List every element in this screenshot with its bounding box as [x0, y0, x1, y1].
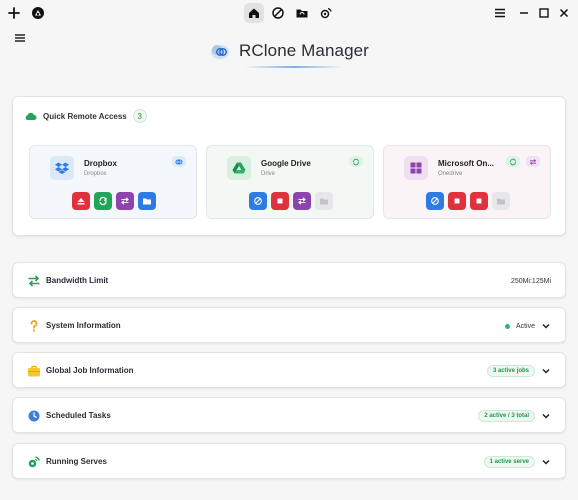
- mount-icon[interactable]: [268, 3, 288, 23]
- status-dot: [504, 323, 510, 329]
- copy-button[interactable]: [116, 192, 134, 210]
- section-title: Running Serves: [46, 457, 107, 466]
- remote-card-onedrive[interactable]: Microsoft On... Onedrive: [383, 145, 551, 219]
- folder-sync-icon[interactable]: [292, 3, 312, 23]
- page-title: RClone Manager: [239, 41, 369, 60]
- remote-name: Google Drive: [261, 159, 311, 168]
- stop-copy-button[interactable]: [470, 192, 488, 210]
- remote-type: Onedrive: [438, 171, 463, 177]
- chevron-down-icon[interactable]: [541, 321, 551, 331]
- copy-button[interactable]: [293, 192, 311, 210]
- mounted-status-icon: [172, 156, 186, 167]
- status-text: Active: [515, 322, 535, 330]
- windows-icon: [404, 156, 428, 180]
- clock-icon: [28, 410, 40, 422]
- scheduled-tasks-panel[interactable]: Scheduled Tasks 2 active / 3 total: [12, 397, 566, 433]
- quick-remote-access-card: Quick Remote Access 3 Dropbox Dropbox Go…: [12, 96, 566, 236]
- browse-folder-button[interactable]: [492, 192, 510, 210]
- window-titlebar: [0, 0, 578, 26]
- broadcast-icon: [28, 456, 40, 468]
- unmount-button[interactable]: [72, 192, 90, 210]
- maximize-icon[interactable]: [534, 3, 554, 23]
- rclone-logo-icon: [211, 45, 230, 59]
- status-badge: 3 active jobs: [486, 365, 535, 377]
- stop-button[interactable]: [271, 192, 289, 210]
- bandwidth-value: 250Mi:125Mi: [510, 277, 551, 285]
- briefcase-icon: [28, 365, 40, 377]
- browse-folder-button[interactable]: [138, 192, 156, 210]
- remote-card-google-drive[interactable]: Google Drive Drive: [206, 145, 374, 219]
- running-serves-panel[interactable]: Running Serves 1 active serve: [12, 443, 566, 479]
- mount-button[interactable]: [249, 192, 267, 210]
- close-icon[interactable]: [554, 3, 574, 23]
- remote-count-badge: 3: [132, 109, 147, 123]
- cloud-icon: [25, 112, 37, 120]
- copy-status-icon: [526, 156, 540, 167]
- remote-name: Microsoft On...: [438, 159, 494, 168]
- section-title: Bandwidth Limit: [46, 276, 109, 285]
- sync-button[interactable]: [94, 192, 112, 210]
- title-underline: [244, 66, 344, 68]
- mount-button[interactable]: [426, 192, 444, 210]
- minimize-icon[interactable]: [514, 3, 534, 23]
- status-badge: 2 active / 3 total: [478, 410, 535, 422]
- sync-status-icon: [349, 156, 363, 167]
- quick-remote-access-title: Quick Remote Access: [43, 111, 127, 121]
- dropbox-icon: [50, 156, 74, 180]
- question-icon: [30, 320, 38, 332]
- chevron-down-icon[interactable]: [541, 411, 551, 421]
- remote-type: Dropbox: [84, 171, 107, 177]
- stop-sync-button[interactable]: [448, 192, 466, 210]
- section-title: System Information: [46, 321, 121, 330]
- home-icon[interactable]: [244, 3, 264, 23]
- system-information-panel[interactable]: System Information Active: [12, 307, 566, 343]
- chevron-down-icon[interactable]: [541, 366, 551, 376]
- section-title: Global Job Information: [46, 366, 134, 375]
- status-badge: 1 active serve: [483, 456, 535, 468]
- section-title: Scheduled Tasks: [46, 411, 111, 420]
- serve-icon[interactable]: [316, 3, 336, 23]
- global-job-information-panel[interactable]: Global Job Information 3 active jobs: [12, 352, 566, 388]
- hamburger-icon[interactable]: [490, 3, 510, 23]
- quick-remote-access-header: Quick Remote Access 3: [24, 108, 147, 124]
- browse-folder-button[interactable]: [315, 192, 333, 210]
- sync-status-icon: [506, 156, 520, 167]
- remote-card-dropbox[interactable]: Dropbox Dropbox: [29, 145, 197, 219]
- google-drive-icon: [227, 156, 251, 180]
- bandwidth-limit-panel[interactable]: Bandwidth Limit 250Mi:125Mi: [12, 262, 566, 298]
- chevron-down-icon[interactable]: [541, 457, 551, 467]
- plus-icon[interactable]: [4, 3, 24, 23]
- app-icon[interactable]: [28, 3, 48, 23]
- remote-name: Dropbox: [84, 159, 117, 168]
- app-header: RClone Manager: [0, 36, 578, 66]
- transfer-arrows-icon: [28, 275, 40, 287]
- remote-type: Drive: [261, 171, 276, 177]
